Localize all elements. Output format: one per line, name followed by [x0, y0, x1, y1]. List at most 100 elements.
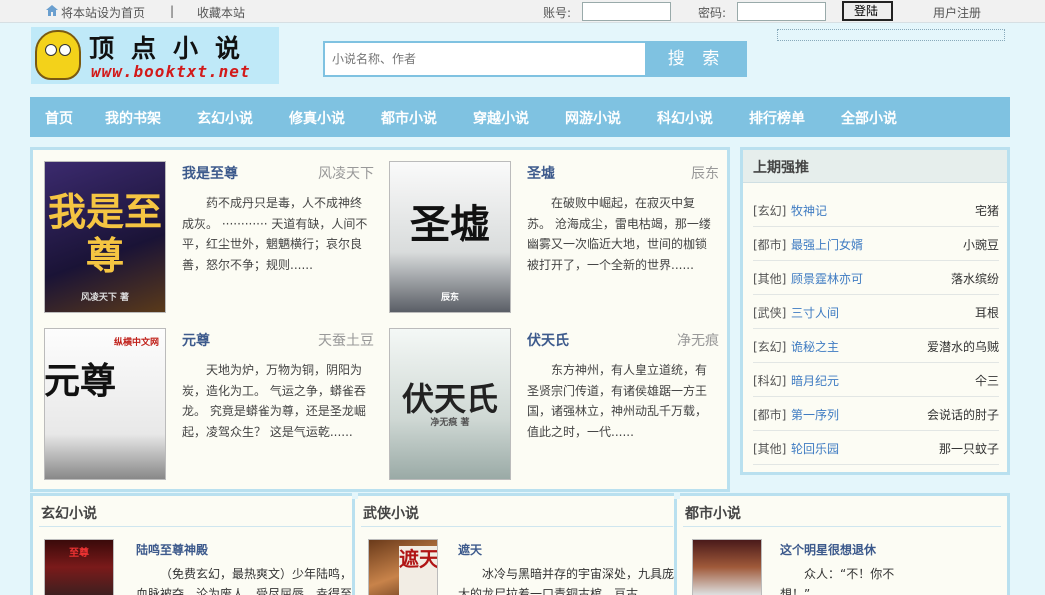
book-description: 东方神州，有人皇立道统，有圣贤宗门传道，有诸侯雄踞一方王国，诸强林立，神州动乱千… [527, 363, 708, 439]
book-cover[interactable]: 纵横中文网 元尊 [44, 328, 166, 480]
nav-item-bookshelf[interactable]: 我的书架 [105, 108, 161, 128]
cover-title: 伏天氏 [401, 380, 498, 418]
rec-book-link[interactable]: 顾景霆林亦可 [791, 270, 863, 287]
rec-author[interactable]: 小豌豆 [963, 236, 999, 253]
book-author[interactable]: 辰东 [691, 163, 719, 183]
book-title[interactable]: 元尊 [182, 330, 210, 350]
rec-author[interactable]: 耳根 [975, 304, 999, 321]
category-divider [39, 526, 351, 527]
rec-category: [玄幻] [753, 204, 787, 218]
category-title[interactable]: 武侠小说 [363, 503, 419, 523]
rec-book-link[interactable]: 暗月纪元 [791, 372, 839, 389]
register-link[interactable]: 用户注册 [933, 4, 981, 21]
rec-book-link[interactable]: 牧神记 [791, 202, 827, 219]
bookmark-link[interactable]: 收藏本站 [197, 4, 245, 21]
nav-item-all[interactable]: 全部小说 [841, 108, 897, 128]
main-nav: 首页 我的书架 玄幻小说 修真小说 都市小说 穿越小说 网游小说 科幻小说 排行… [30, 97, 1010, 137]
book-title[interactable]: 陆鸣至尊神殿 [136, 541, 208, 558]
category-panel: 都市小说 这个明星很想退休 众人：“不！你不想！” [674, 493, 1010, 595]
nav-item-ranking[interactable]: 排行榜单 [749, 108, 805, 128]
list-item: [科幻] 暗月纪元 仐三 [753, 363, 999, 397]
rec-book-link[interactable]: 轮回乐园 [791, 440, 839, 457]
set-home-link[interactable]: 将本站设为首页 [61, 4, 145, 21]
cover-subtitle: 净无痕 著 [430, 418, 470, 428]
home-icon [46, 5, 58, 16]
book-cover[interactable]: 圣墟 辰东 [389, 161, 511, 313]
rec-category: [玄幻] [753, 340, 787, 354]
list-item: [玄幻] 牧神记 宅猪 [753, 193, 999, 227]
rec-category: [都市] [753, 238, 787, 252]
book-cover[interactable]: 我是至尊 风凌天下 著 [44, 161, 166, 313]
search-button[interactable]: 搜 索 [646, 41, 747, 77]
rec-author[interactable]: 仐三 [975, 372, 999, 389]
book-description: （免费玄幻，最热爽文）少年陆鸣，血脉被夺，沦为废人，受尽屈辱。幸得至尊神 [136, 567, 353, 595]
nav-item-xiuzhen[interactable]: 修真小说 [289, 108, 345, 128]
list-item: [其他] 轮回乐园 那一只蚊子 [753, 431, 999, 465]
featured-book: 伏天氏 净无痕 著 伏天氏 净无痕 东方神州，有人皇立道统，有圣贤宗门传道，有诸… [389, 328, 719, 483]
cover-title: 至尊 [69, 548, 89, 559]
nav-item-chuanyue[interactable]: 穿越小说 [473, 108, 529, 128]
homer-mascot-icon [35, 30, 81, 80]
cover-title: 我是至尊 [47, 189, 162, 278]
rec-category: [其他] [753, 272, 787, 286]
rec-book-link[interactable]: 第一序列 [791, 406, 839, 423]
logo-url: www.booktxt.net [91, 62, 251, 81]
book-cover[interactable] [692, 539, 762, 595]
book-title[interactable]: 遮天 [458, 541, 482, 558]
book-author[interactable]: 净无痕 [677, 330, 719, 350]
cover-title: 遮天 [399, 546, 437, 595]
password-input[interactable] [737, 2, 826, 21]
book-cover[interactable]: 至尊 [44, 539, 114, 595]
ad-placeholder [777, 29, 1005, 41]
rec-book-link[interactable]: 最强上门女婿 [791, 236, 863, 253]
login-button[interactable]: 登陆 [842, 1, 893, 21]
rec-category: [武侠] [753, 306, 787, 320]
nav-item-home[interactable]: 首页 [45, 108, 73, 128]
cover-title: 元尊 [44, 360, 116, 402]
cover-subtitle: 辰东 [440, 293, 459, 303]
search-input[interactable] [323, 41, 647, 77]
nav-item-dushi[interactable]: 都市小说 [381, 108, 437, 128]
book-title[interactable]: 我是至尊 [182, 163, 238, 183]
nav-item-kehuan[interactable]: 科幻小说 [657, 108, 713, 128]
book-cover[interactable]: 伏天氏 净无痕 著 [389, 328, 511, 480]
topbar-separator: | [170, 4, 175, 18]
book-description: 药不成丹只是毒，人不成神终成灰。 ············ 天道有缺，人间不平，… [182, 196, 368, 272]
category-panel: 玄幻小说 至尊 陆鸣至尊神殿 （免费玄幻，最热爽文）少年陆鸣，血脉被夺，沦为废人… [30, 493, 360, 595]
book-title[interactable]: 圣墟 [527, 163, 555, 183]
cover-publisher: 纵横中文网 [113, 338, 159, 348]
rec-author[interactable]: 落水缤纷 [951, 270, 999, 287]
featured-panel: 我是至尊 风凌天下 著 我是至尊 风凌天下 药不成丹只是毒，人不成神终成灰。 ·… [30, 147, 730, 492]
account-input[interactable] [582, 2, 671, 21]
book-cover[interactable]: 遮天 [368, 539, 438, 595]
nav-item-wangyou[interactable]: 网游小说 [565, 108, 621, 128]
rec-book-link[interactable]: 三寸人间 [791, 304, 839, 321]
rec-author[interactable]: 会说话的肘子 [927, 406, 999, 423]
category-divider [361, 526, 673, 527]
logo-name: 顶点小说 [89, 34, 258, 63]
category-panel: 武侠小说 遮天 遮天 冰冷与黑暗并存的宇宙深处，九具庞大的龙尸拉着一口青铜古棺，… [352, 493, 682, 595]
book-description: 在破败中崛起，在寂灭中复苏。 沧海成尘，雷电枯竭，那一缕幽雾又一次临近大地，世间… [527, 196, 711, 272]
book-description: 天地为炉，万物为铜，阴阳为炭，造化为工。 气运之争，蟒雀吞龙。 究竟是蟒雀为尊，… [182, 363, 366, 439]
recommend-panel: 上期强推 [玄幻] 牧神记 宅猪 [都市] 最强上门女婿 小豌豆 [其他] 顾景… [740, 147, 1010, 475]
panel-corner [352, 493, 358, 499]
nav-item-xuanhuan[interactable]: 玄幻小说 [197, 108, 253, 128]
rec-author[interactable]: 那一只蚊子 [939, 440, 999, 457]
account-label: 账号: [543, 6, 572, 20]
rec-book-link[interactable]: 诡秘之主 [791, 338, 839, 355]
password-label: 密码: [698, 6, 727, 20]
featured-book: 我是至尊 风凌天下 著 我是至尊 风凌天下 药不成丹只是毒，人不成神终成灰。 ·… [44, 161, 374, 316]
category-title[interactable]: 都市小说 [685, 503, 741, 523]
recommend-header: 上期强推 [743, 150, 1007, 183]
book-author[interactable]: 天蚕土豆 [318, 330, 374, 350]
rec-category: [其他] [753, 442, 787, 456]
book-author[interactable]: 风凌天下 [318, 163, 374, 183]
rec-author[interactable]: 宅猪 [975, 202, 999, 219]
book-title[interactable]: 伏天氏 [527, 330, 569, 350]
category-title[interactable]: 玄幻小说 [41, 503, 97, 523]
rec-category: [都市] [753, 408, 787, 422]
site-logo[interactable]: 顶点小说 www.booktxt.net [31, 27, 279, 84]
book-title[interactable]: 这个明星很想退休 [780, 541, 876, 558]
panel-corner [674, 493, 680, 499]
rec-author[interactable]: 爱潜水的乌贼 [927, 338, 999, 355]
